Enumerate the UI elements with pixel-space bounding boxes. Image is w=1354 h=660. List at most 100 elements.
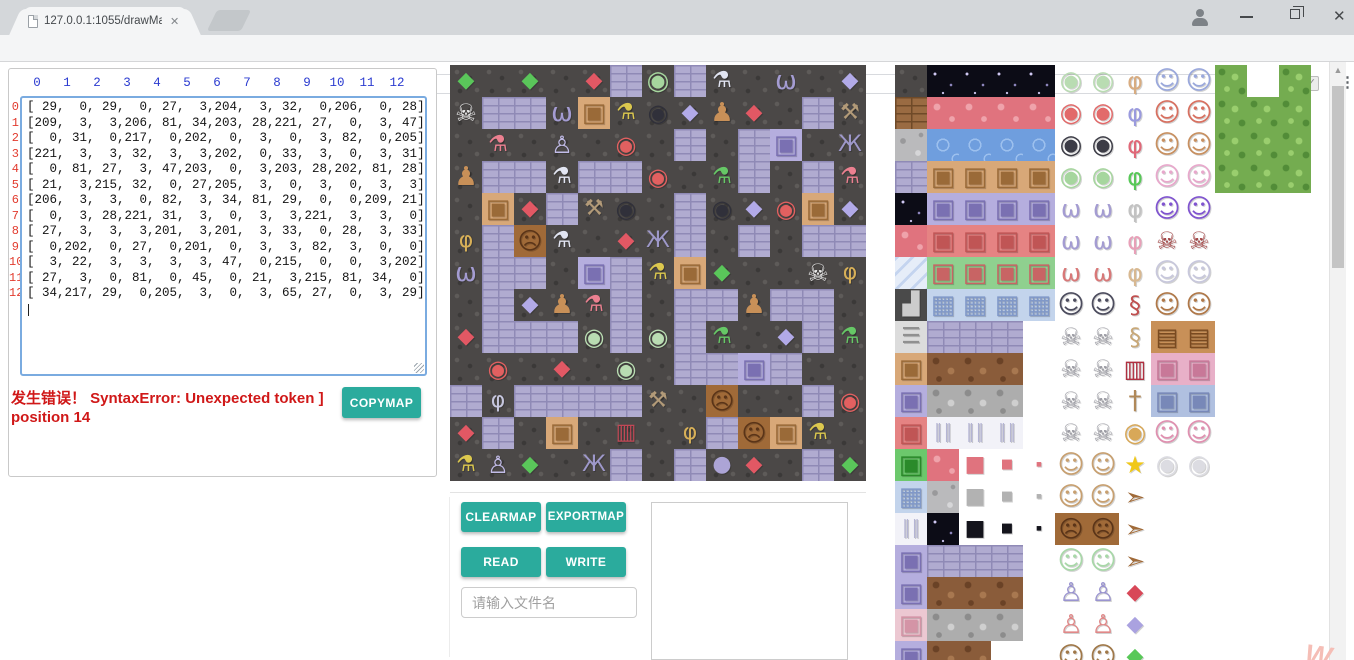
tileset-tile-fighter[interactable]: ☺ [1183,129,1215,161]
tileset-tile-empty[interactable] [1151,609,1183,641]
map-tile-wall[interactable] [674,225,706,257]
map-tile-bat[interactable]: ω [450,257,482,289]
tileset-tile-tan-scroll[interactable]: § [1119,321,1151,353]
tileset-tile-blue-wall[interactable]: ▣ [1183,385,1215,417]
tileset-tile-tree[interactable] [1215,97,1247,129]
tileset-tile-starfield[interactable] [895,193,927,225]
tileset-tile-red-book[interactable]: ▥ [1119,353,1151,385]
map-tile-tan-block[interactable]: ▣ [578,97,610,129]
map-tile-green-gem[interactable]: ◆ [514,65,546,97]
map-tile-wall[interactable] [738,129,770,161]
tab-close-icon[interactable]: ✕ [168,15,181,28]
map-tile-yellow-potion[interactable]: ⚗ [610,97,642,129]
map-tile-red-ball-monster[interactable]: ◉ [642,161,674,193]
tileset-tile-brown-rubble[interactable] [927,577,959,609]
map-tile-tan-block[interactable]: ▣ [674,257,706,289]
map-tile-wall[interactable] [514,97,546,129]
tileset-tile-purple-brick[interactable] [991,321,1023,353]
tileset-tile-blue-lattice[interactable]: ▦ [927,289,959,321]
tileset-tile-winged-key[interactable]: φ [1119,257,1151,289]
tileset-tile-water[interactable] [991,129,1023,161]
tileset-tile-empty[interactable] [1247,65,1279,97]
tileset-tile-empty[interactable] [991,641,1023,660]
tileset-tile-red-block[interactable]: ▣ [895,417,927,449]
tileset-tile-dwarf[interactable]: ☺ [1183,97,1215,129]
tileset-tile-empty[interactable] [1151,577,1183,609]
tileset-tile-vampire[interactable]: ☺ [1087,289,1119,321]
map-tile-stone-totem[interactable]: ☹ [738,417,770,449]
map-tile-floor[interactable] [770,257,802,289]
tileset-tile-brown-rubble[interactable] [991,577,1023,609]
tileset-tile-green-key[interactable]: φ [1119,161,1151,193]
tileset-tile-tree[interactable] [1279,161,1311,193]
map-tile-red-gem[interactable]: ◆ [578,65,610,97]
tileset-tile-water[interactable] [927,129,959,161]
map-tile-floor[interactable] [770,225,802,257]
map-tile-wall[interactable] [770,353,802,385]
tileset-tile-empty[interactable] [1023,321,1055,353]
tileset-tile-gray-rubble[interactable] [959,385,991,417]
map-tile-floor[interactable] [738,65,770,97]
tileset-tile-purple-block[interactable]: ▣ [895,385,927,417]
tileset-tile-gray-rubble[interactable] [991,385,1023,417]
tileset-tile-purple-bat[interactable]: ω [1087,225,1119,257]
tileset-tile-empty[interactable] [1183,641,1215,660]
tileset-tile-dwarf[interactable]: ☺ [1151,97,1183,129]
tileset-tile-empty[interactable] [1023,577,1055,609]
tileset-tile-purple-block[interactable]: ▣ [895,641,927,660]
tileset-tile-black-sq-md[interactable]: ■ [991,513,1023,545]
tileset-tile-scepter[interactable]: † [1119,385,1151,417]
map-tile-wall[interactable] [482,289,514,321]
map-tile-red-potion[interactable]: ⚗ [834,161,866,193]
tileset-tile-stone-totem[interactable]: ☹ [1087,513,1119,545]
tileset-tile-red-block[interactable]: ▣ [927,225,959,257]
tileset-tile-bright-green-block[interactable]: ▣ [895,449,927,481]
tileset-tile-red-block[interactable]: ▣ [991,225,1023,257]
map-tile-floor[interactable] [706,129,738,161]
tileset-tile-empty[interactable] [1279,321,1311,353]
map-tile-wall[interactable] [770,289,802,321]
tileset-tile-empty[interactable] [1215,545,1247,577]
map-tile-wall[interactable] [610,289,642,321]
map-tile-floor[interactable] [674,161,706,193]
map-tile-wall[interactable] [738,225,770,257]
tileset-tile-fighter[interactable]: ☺ [1151,129,1183,161]
map-tile-red-gem[interactable]: ◆ [450,417,482,449]
tileset-tile-empty[interactable] [1247,609,1279,641]
map-tile-wall[interactable] [674,321,706,353]
map-tile-gold-key[interactable]: φ [674,417,706,449]
tileset-tile-skeleton[interactable]: ☠ [1087,321,1119,353]
map-tile-red-gem[interactable]: ◆ [450,321,482,353]
map-tile-floor[interactable] [482,65,514,97]
tileset-tile-pink-ruin[interactable]: ▣ [895,609,927,641]
scrollbar-up-arrow-icon[interactable]: ▲ [1330,65,1346,75]
map-tile-floor[interactable] [770,385,802,417]
tileset-tile-empty[interactable] [1023,385,1055,417]
map-tile-floor[interactable] [546,257,578,289]
tileset-tile-red-scroll[interactable]: § [1119,289,1151,321]
tileset-tile-purple-brick[interactable] [991,545,1023,577]
map-tile-tan-block[interactable]: ▣ [802,193,834,225]
tileset-tile-brown-brick[interactable] [895,97,927,129]
map-tile-floor[interactable] [578,225,610,257]
tileset-tile-gray-rubble[interactable] [991,609,1023,641]
tileset-tile-empty[interactable] [1151,481,1183,513]
tileset-tile-red-terrain[interactable] [927,97,959,129]
tileset-tile-empty[interactable] [1215,321,1247,353]
tileset-tile-empty[interactable] [1247,545,1279,577]
tileset-tile-tan-key[interactable]: φ [1119,65,1151,97]
tileset-tile-vampire[interactable]: ☺ [1055,289,1087,321]
map-tile-floor[interactable] [578,129,610,161]
tileset-tile-red-ghost[interactable]: ♙ [1087,609,1119,641]
map-tile-green-gem[interactable]: ◆ [706,257,738,289]
map-tile-green-ball-monster[interactable]: ◉ [642,321,674,353]
map-tile-green-potion[interactable]: ⚗ [706,161,738,193]
map-tile-floor[interactable] [546,65,578,97]
map-tile-wall[interactable] [674,289,706,321]
map-tile-green-gem[interactable]: ◆ [834,449,866,481]
tileset-tile-black-slime[interactable]: ◉ [1055,129,1087,161]
minimize-button[interactable] [1240,16,1253,18]
map-tile-gold-key[interactable]: φ [834,257,866,289]
map-tile-wall[interactable] [802,321,834,353]
map-tile-golem[interactable]: ♟ [738,289,770,321]
